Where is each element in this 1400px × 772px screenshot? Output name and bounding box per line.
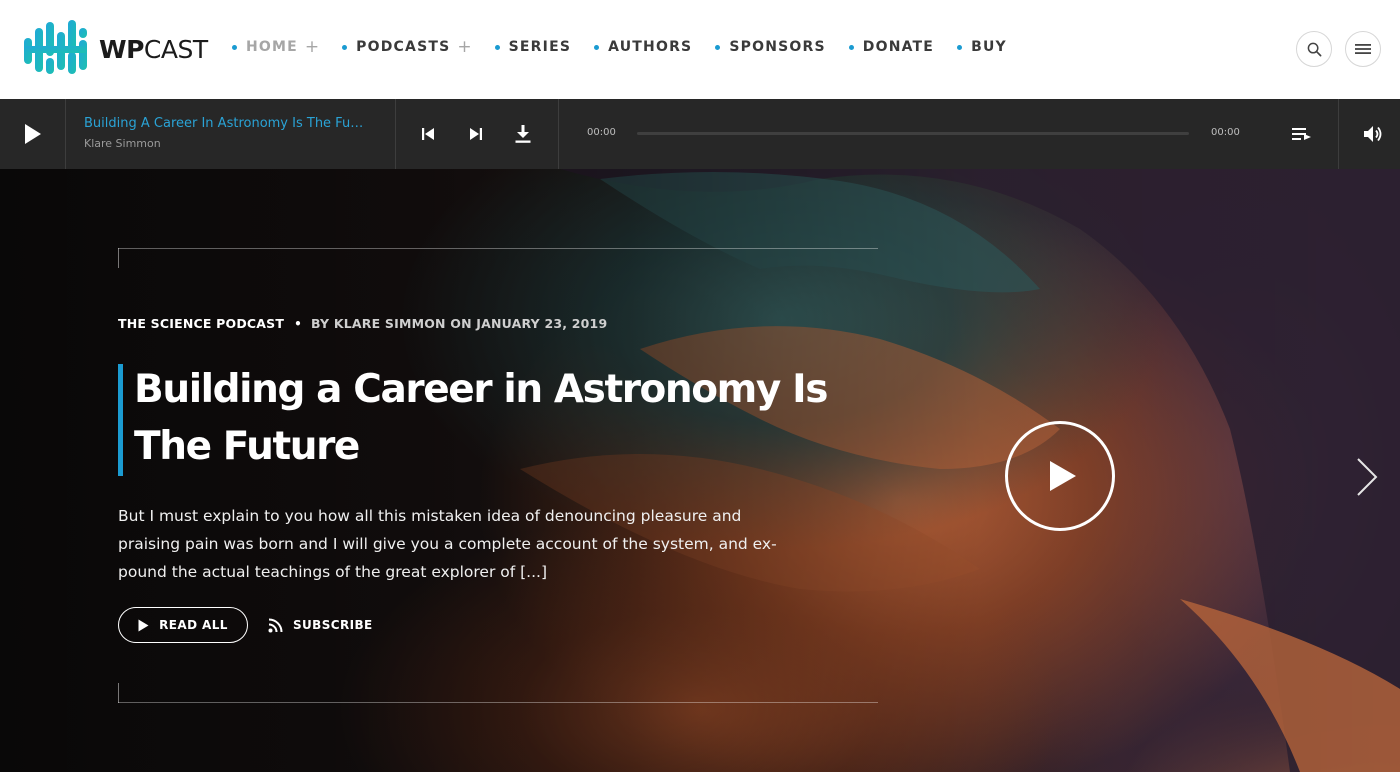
- nav-item-label: SERIES: [508, 39, 572, 55]
- subscribe-button[interactable]: SUBSCRIBE: [268, 607, 373, 643]
- nav-bullet: [715, 44, 721, 50]
- play-icon: [138, 619, 149, 631]
- submenu-plus-icon: +: [457, 37, 472, 57]
- title-accent-bar: [118, 364, 123, 476]
- playlist-icon: [1292, 128, 1311, 140]
- nav-item-home[interactable]: HOME +: [232, 37, 320, 57]
- nav-item-label: PODCASTS: [356, 39, 451, 55]
- player-track-artist: Klare Simmon: [84, 137, 161, 150]
- subscribe-label: SUBSCRIBE: [293, 618, 373, 632]
- episode-title[interactable]: Building a Career in Astronomy Is The Fu…: [134, 361, 834, 475]
- player-divider: [1338, 99, 1339, 169]
- hero-featured-episode: THE SCIENCE PODCAST • BY KLARE SIMMON ON…: [0, 169, 1400, 772]
- main-nav: HOME + PODCASTS + SERIES AUTHORS SPONSOR…: [232, 37, 1030, 57]
- menu-button[interactable]: [1345, 31, 1381, 67]
- volume-button[interactable]: [1363, 124, 1383, 144]
- hero-frame-bottom-line: [118, 702, 878, 703]
- episode-meta: THE SCIENCE PODCAST • BY KLARE SIMMON ON…: [118, 316, 607, 331]
- nav-item-series[interactable]: SERIES: [494, 39, 572, 55]
- hero-play-button[interactable]: [1005, 421, 1115, 531]
- download-icon: [515, 125, 531, 143]
- player-time-total: 00:00: [1211, 127, 1240, 138]
- nav-item-donate[interactable]: DONATE: [848, 39, 935, 55]
- player-progress-bar[interactable]: [637, 132, 1189, 135]
- read-all-button[interactable]: READ ALL: [118, 607, 248, 643]
- skip-next-icon: [470, 128, 482, 140]
- player-play-button[interactable]: [0, 99, 65, 169]
- nav-item-buy[interactable]: BUY: [957, 39, 1007, 55]
- volume-icon: [1364, 126, 1382, 142]
- site-header: WPCAST HOME + PODCASTS + SERIES AUTHORS …: [0, 0, 1400, 99]
- skip-previous-icon: [422, 128, 434, 140]
- download-button[interactable]: [513, 124, 533, 144]
- submenu-plus-icon: +: [304, 37, 320, 57]
- logo-waveform-icon: [24, 20, 87, 74]
- nav-item-podcasts[interactable]: PODCASTS +: [342, 37, 472, 57]
- hero-frame-top-line: [118, 248, 878, 249]
- nav-item-label: DONATE: [862, 39, 935, 55]
- episode-category-link[interactable]: THE SCIENCE PODCAST: [118, 316, 284, 331]
- nav-bullet: [594, 44, 600, 50]
- skip-next-button[interactable]: [466, 124, 486, 144]
- player-time-current: 00:00: [587, 127, 616, 138]
- episode-excerpt: But I must explain to you how all this m…: [118, 507, 777, 581]
- nav-item-label: BUY: [971, 39, 1007, 55]
- player-divider: [65, 99, 66, 169]
- player-divider: [558, 99, 559, 169]
- player-divider: [395, 99, 396, 169]
- nav-item-label: HOME: [246, 39, 298, 55]
- hero-frame-bottom-tick: [118, 683, 119, 703]
- logo-wordmark: WPCAST: [99, 34, 208, 64]
- next-slide-arrow-icon[interactable]: [1355, 457, 1379, 497]
- nav-bullet: [232, 44, 237, 50]
- meta-separator: •: [294, 316, 302, 331]
- nav-item-label: AUTHORS: [608, 39, 693, 55]
- site-logo[interactable]: WPCAST: [22, 18, 208, 78]
- nav-bullet: [848, 44, 854, 50]
- play-icon: [1050, 461, 1076, 491]
- play-icon: [24, 124, 41, 144]
- nav-item-sponsors[interactable]: SPONSORS: [715, 39, 825, 55]
- playlist-button[interactable]: [1292, 124, 1312, 144]
- search-icon: [1307, 42, 1321, 56]
- hero-frame-top-tick: [118, 248, 119, 268]
- search-button[interactable]: [1296, 31, 1332, 67]
- rss-icon: [268, 618, 283, 632]
- nav-bullet: [957, 44, 963, 50]
- hamburger-menu-icon: [1355, 44, 1371, 54]
- nav-item-authors[interactable]: AUTHORS: [594, 39, 692, 55]
- episode-byline: BY KLARE SIMMON ON JANUARY 23, 2019: [311, 316, 608, 331]
- player-track-title[interactable]: Building A Career In Astronomy Is The Fu…: [84, 116, 379, 131]
- audio-player-bar: Building A Career In Astronomy Is The Fu…: [0, 99, 1400, 169]
- skip-previous-button[interactable]: [418, 124, 438, 144]
- nav-bullet: [342, 44, 348, 50]
- read-all-label: READ ALL: [159, 618, 228, 632]
- nav-item-label: SPONSORS: [729, 39, 826, 55]
- nav-bullet: [494, 44, 500, 50]
